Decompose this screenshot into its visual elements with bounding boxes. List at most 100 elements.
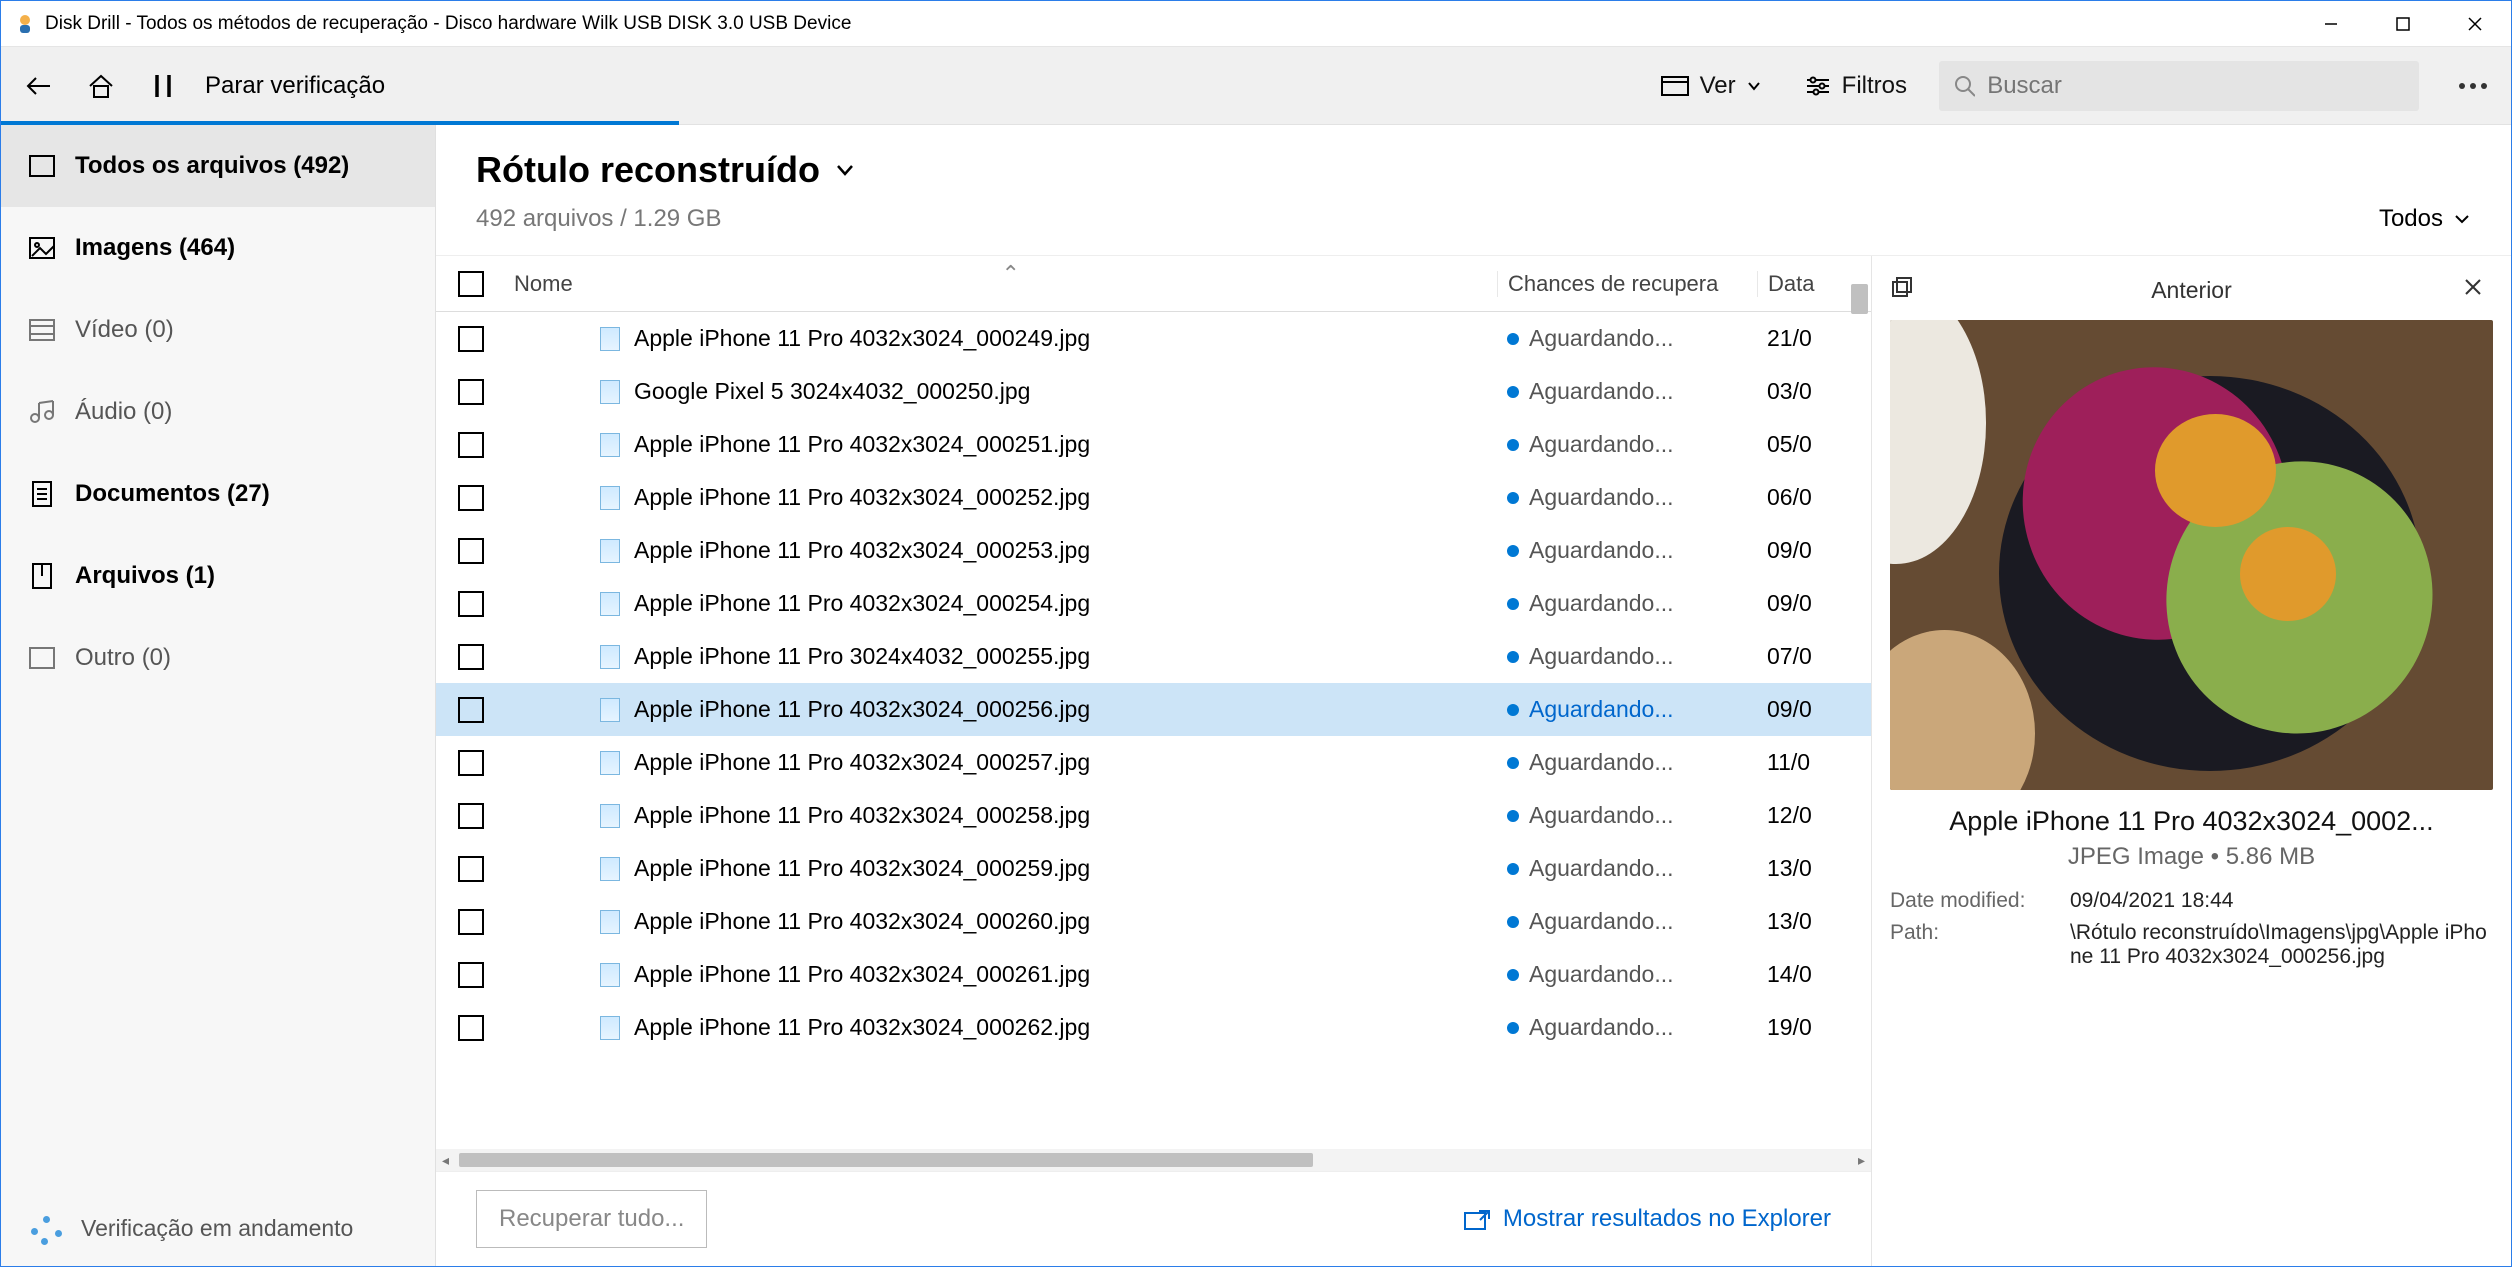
- pause-icon[interactable]: [143, 66, 183, 106]
- table-row[interactable]: Apple iPhone 11 Pro 4032x3024_000262.jpg…: [436, 1001, 1871, 1054]
- copy-icon[interactable]: [1890, 275, 1920, 305]
- table-row[interactable]: Apple iPhone 11 Pro 4032x3024_000260.jpg…: [436, 895, 1871, 948]
- all-files-icon: [27, 154, 57, 178]
- row-checkbox[interactable]: [458, 1015, 484, 1041]
- images-icon: [27, 236, 57, 260]
- table-row[interactable]: Apple iPhone 11 Pro 4032x3024_000258.jpg…: [436, 789, 1871, 842]
- preview-image: [1890, 320, 2493, 790]
- table-row[interactable]: Apple iPhone 11 Pro 4032x3024_000261.jpg…: [436, 948, 1871, 1001]
- row-checkbox[interactable]: [458, 485, 484, 511]
- content-heading[interactable]: Rótulo reconstruído: [476, 149, 856, 191]
- close-preview-button[interactable]: [2463, 277, 2493, 303]
- stop-scan-button[interactable]: Parar verificação: [205, 72, 385, 100]
- filters-label: Filtros: [1842, 72, 1907, 100]
- status-dot-icon: [1507, 1022, 1519, 1034]
- jpg-file-icon: [600, 910, 620, 934]
- sidebar-item-label: Outro (0): [75, 644, 171, 672]
- title-bar: Disk Drill - Todos os métodos de recuper…: [1, 1, 2511, 47]
- maximize-button[interactable]: [2367, 1, 2439, 47]
- sidebar-item-documents[interactable]: Documentos (27): [1, 453, 435, 535]
- overflow-button[interactable]: [2453, 66, 2493, 106]
- column-name[interactable]: ⌃ Nome: [506, 271, 1497, 297]
- search-input[interactable]: [1987, 72, 2405, 100]
- horizontal-scrollbar[interactable]: ◂▸: [436, 1149, 1871, 1171]
- row-checkbox[interactable]: [458, 909, 484, 935]
- sidebar-item-label: Imagens (464): [75, 234, 235, 262]
- table-row[interactable]: Apple iPhone 11 Pro 4032x3024_000249.jpg…: [436, 312, 1871, 365]
- show-in-explorer-link[interactable]: Mostrar resultados no Explorer: [1463, 1205, 1831, 1233]
- type-filter-dropdown[interactable]: Todos: [2379, 205, 2471, 233]
- status-dot-icon: [1507, 704, 1519, 716]
- jpg-file-icon: [600, 857, 620, 881]
- file-date: 05/0: [1757, 431, 1847, 458]
- recovery-chance: Aguardando...: [1529, 1014, 1674, 1041]
- app-icon: [13, 12, 37, 36]
- table-row[interactable]: Apple iPhone 11 Pro 3024x4032_000255.jpg…: [436, 630, 1871, 683]
- file-name: Apple iPhone 11 Pro 4032x3024_000260.jpg: [634, 908, 1090, 935]
- file-date: 21/0: [1757, 325, 1847, 352]
- row-checkbox[interactable]: [458, 379, 484, 405]
- jpg-file-icon: [600, 698, 620, 722]
- sidebar-item-other[interactable]: Outro (0): [1, 617, 435, 699]
- view-dropdown[interactable]: Ver: [1650, 68, 1772, 104]
- recover-all-button[interactable]: Recuperar tudo...: [476, 1190, 707, 1248]
- filters-button[interactable]: Filtros: [1794, 68, 1917, 104]
- other-icon: [27, 646, 57, 670]
- row-checkbox[interactable]: [458, 432, 484, 458]
- recovery-chance: Aguardando...: [1529, 484, 1674, 511]
- table-row[interactable]: Apple iPhone 11 Pro 4032x3024_000254.jpg…: [436, 577, 1871, 630]
- sort-asc-icon: ⌃: [1002, 261, 1020, 287]
- row-checkbox[interactable]: [458, 803, 484, 829]
- file-count-summary: 492 arquivos / 1.29 GB: [476, 205, 721, 233]
- table-row[interactable]: Apple iPhone 11 Pro 4032x3024_000251.jpg…: [436, 418, 1871, 471]
- file-table: ⌃ Nome Chances de recupera Data Apple iP…: [436, 256, 1871, 1266]
- sidebar-item-label: Áudio (0): [75, 398, 172, 426]
- recovery-chance: Aguardando...: [1529, 537, 1674, 564]
- row-checkbox[interactable]: [458, 644, 484, 670]
- table-row[interactable]: Apple iPhone 11 Pro 4032x3024_000259.jpg…: [436, 842, 1871, 895]
- recovery-chance: Aguardando...: [1529, 749, 1674, 776]
- row-checkbox[interactable]: [458, 326, 484, 352]
- column-chance[interactable]: Chances de recupera: [1497, 271, 1757, 297]
- home-button[interactable]: [81, 66, 121, 106]
- row-checkbox[interactable]: [458, 962, 484, 988]
- table-row[interactable]: Google Pixel 5 3024x4032_000250.jpgAguar…: [436, 365, 1871, 418]
- jpg-file-icon: [600, 380, 620, 404]
- spinner-icon: [27, 1208, 67, 1248]
- recovery-chance: Aguardando...: [1529, 802, 1674, 829]
- table-row[interactable]: Apple iPhone 11 Pro 4032x3024_000257.jpg…: [436, 736, 1871, 789]
- sidebar-item-audio[interactable]: Áudio (0): [1, 371, 435, 453]
- archives-icon: [27, 562, 57, 590]
- search-box[interactable]: [1939, 61, 2419, 111]
- jpg-file-icon: [600, 751, 620, 775]
- table-row[interactable]: Apple iPhone 11 Pro 4032x3024_000253.jpg…: [436, 524, 1871, 577]
- search-icon: [1953, 74, 1975, 98]
- select-all-checkbox[interactable]: [458, 271, 484, 297]
- sidebar-item-video[interactable]: Vídeo (0): [1, 289, 435, 371]
- filter-label: Todos: [2379, 205, 2443, 233]
- video-icon: [27, 318, 57, 342]
- row-checkbox[interactable]: [458, 538, 484, 564]
- sidebar-item-all-files[interactable]: Todos os arquivos (492): [1, 125, 435, 207]
- recovery-chance: Aguardando...: [1529, 643, 1674, 670]
- sidebar-item-label: Vídeo (0): [75, 316, 174, 344]
- row-checkbox[interactable]: [458, 750, 484, 776]
- file-date: 09/0: [1757, 696, 1847, 723]
- file-name: Apple iPhone 11 Pro 4032x3024_000249.jpg: [634, 325, 1090, 352]
- row-checkbox[interactable]: [458, 697, 484, 723]
- status-dot-icon: [1507, 651, 1519, 663]
- column-date[interactable]: Data: [1757, 271, 1847, 297]
- sidebar-item-archives[interactable]: Arquivos (1): [1, 535, 435, 617]
- table-row[interactable]: Apple iPhone 11 Pro 4032x3024_000252.jpg…: [436, 471, 1871, 524]
- status-dot-icon: [1507, 439, 1519, 451]
- back-button[interactable]: [19, 66, 59, 106]
- minimize-button[interactable]: [2295, 1, 2367, 47]
- table-row[interactable]: Apple iPhone 11 Pro 4032x3024_000256.jpg…: [436, 683, 1871, 736]
- row-checkbox[interactable]: [458, 856, 484, 882]
- preview-panel: Anterior Apple iPhone 11 Pro 4032x3024_0…: [1871, 256, 2511, 1266]
- status-dot-icon: [1507, 545, 1519, 557]
- jpg-file-icon: [600, 539, 620, 563]
- row-checkbox[interactable]: [458, 591, 484, 617]
- close-button[interactable]: [2439, 1, 2511, 47]
- sidebar-item-images[interactable]: Imagens (464): [1, 207, 435, 289]
